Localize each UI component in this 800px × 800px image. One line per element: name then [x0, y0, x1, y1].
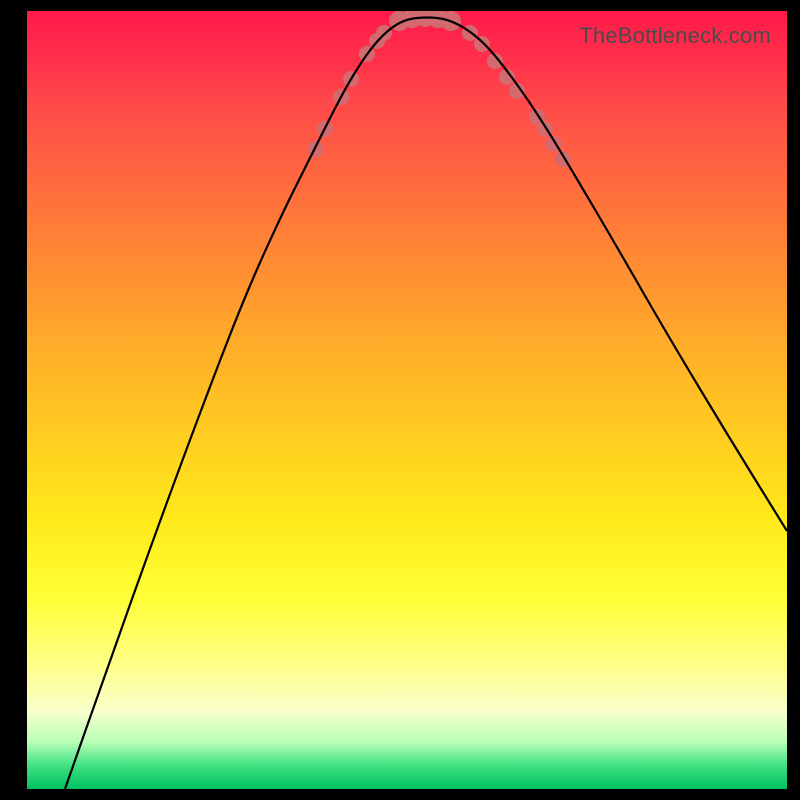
- chart-frame: TheBottleneck.com: [0, 0, 800, 800]
- data-marker: [474, 36, 490, 52]
- bottleneck-curve: [65, 18, 787, 790]
- plot-area: TheBottleneck.com: [27, 11, 787, 789]
- chart-svg: [27, 11, 787, 789]
